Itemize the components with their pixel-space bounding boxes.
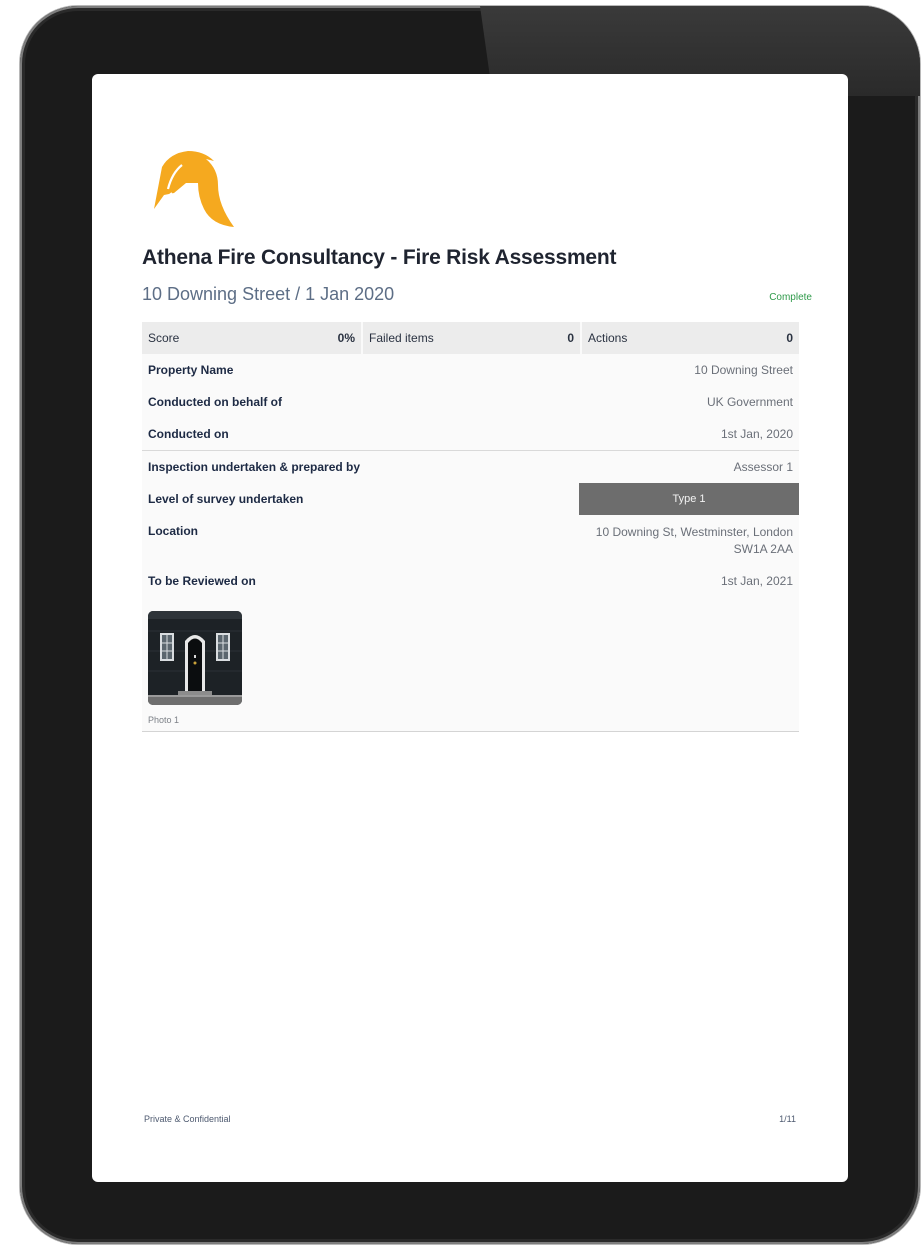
location-value: 10 Downing St, Westminster, London SW1A … (596, 524, 793, 558)
building-door-photo[interactable] (148, 611, 242, 705)
report-title: Athena Fire Consultancy - Fire Risk Asse… (142, 246, 617, 269)
status-badge: Complete (769, 292, 812, 303)
survey-level-row: Level of survey undertaken Type 1 (142, 483, 799, 515)
conducted-on-value: 1st Jan, 2020 (720, 427, 793, 441)
property-name-value: 10 Downing Street (694, 363, 793, 377)
behalf-row: Conducted on behalf of UK Government (142, 386, 799, 418)
survey-level-label: Level of survey undertaken (148, 492, 304, 506)
score-value: 0% (337, 331, 355, 345)
location-label: Location (148, 524, 198, 538)
prepared-by-row: Inspection undertaken & prepared by Asse… (142, 451, 799, 483)
actions-cell: Actions 0 (580, 322, 799, 354)
table-end-line (142, 731, 799, 732)
failed-items-value: 0 (567, 331, 574, 345)
summary-table: Score 0% Failed items 0 Actions 0 Proper… (142, 322, 799, 732)
prepared-by-label: Inspection undertaken & prepared by (148, 460, 361, 474)
behalf-label: Conducted on behalf of (148, 395, 282, 409)
behalf-value: UK Government (706, 395, 793, 409)
actions-label: Actions (588, 331, 628, 345)
conducted-on-row: Conducted on 1st Jan, 2020 (142, 418, 799, 450)
footer-confidential: Private & Confidential (144, 1114, 231, 1124)
report-subtitle: 10 Downing Street / 1 Jan 2020 (142, 284, 395, 304)
conducted-on-label: Conducted on (148, 427, 229, 441)
prepared-by-value: Assessor 1 (733, 460, 793, 474)
property-name-row: Property Name 10 Downing Street (142, 354, 799, 386)
score-row: Score 0% Failed items 0 Actions 0 (142, 322, 799, 354)
report-page: Athena Fire Consultancy - Fire Risk Asse… (92, 74, 848, 1182)
review-row: To be Reviewed on 1st Jan, 2021 (142, 565, 799, 599)
details-block: Property Name 10 Downing Street Conducte… (142, 354, 799, 731)
actions-value: 0 (786, 331, 793, 345)
property-name-label: Property Name (148, 363, 234, 377)
location-line-1: 10 Downing St, Westminster, London (595, 525, 793, 539)
photo-caption: Photo 1 (148, 715, 180, 725)
photo-section: Photo 1 (142, 599, 799, 731)
survey-type-badge: Type 1 (579, 483, 799, 515)
score-cell: Score 0% (142, 322, 361, 354)
location-line-2: SW1A 2AA (733, 542, 793, 556)
location-row: Location 10 Downing St, Westminster, Lon… (142, 515, 799, 565)
failed-items-label: Failed items (369, 331, 434, 345)
failed-items-cell: Failed items 0 (361, 322, 580, 354)
review-value: 1st Jan, 2021 (720, 574, 793, 588)
review-label: To be Reviewed on (148, 574, 256, 588)
score-label: Score (148, 331, 180, 345)
page-indicator: 1/11 (779, 1114, 796, 1124)
spartan-helmet-icon (154, 151, 234, 227)
